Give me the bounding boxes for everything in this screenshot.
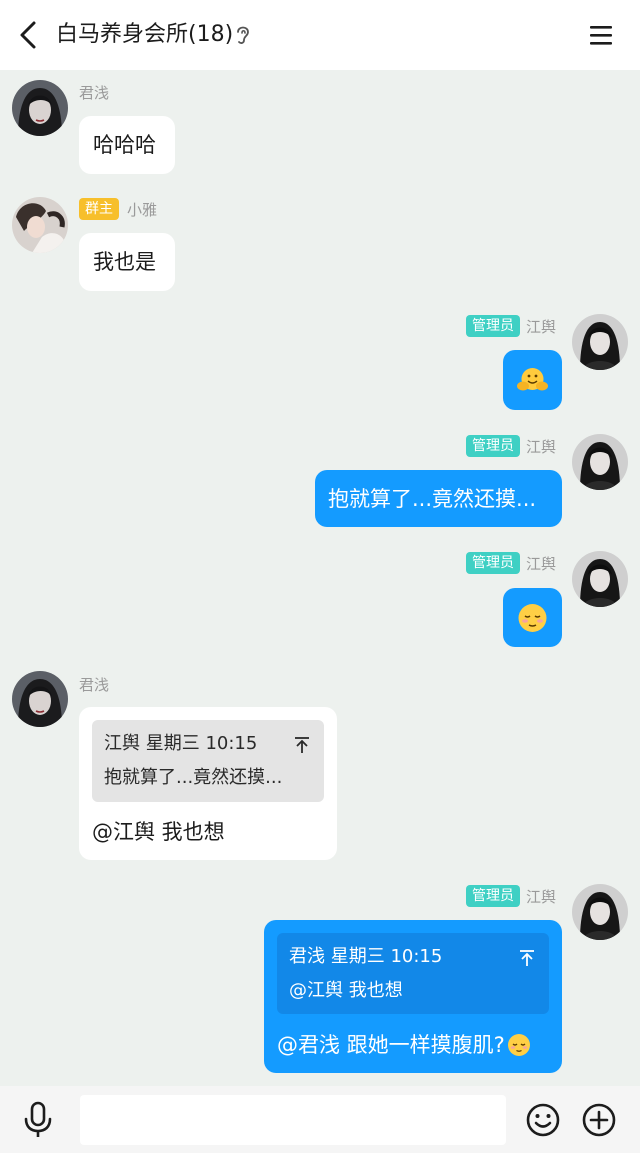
quoted-text: 抱就算了...竟然还摸... xyxy=(104,767,283,788)
admin-badge: 管理员 xyxy=(465,435,520,457)
avatar[interactable] xyxy=(572,314,628,370)
avatar[interactable] xyxy=(12,197,68,253)
plus-icon[interactable] xyxy=(581,1102,617,1138)
menu-icon[interactable] xyxy=(584,19,618,51)
reply-bubble[interactable]: 君浅 星期三 10:15 @江舆 我也想 @君浅 跟她一样摸腹肌? xyxy=(264,920,562,1073)
admin-badge: 管理员 xyxy=(465,552,520,574)
message-text: @江舆 我也想 xyxy=(92,820,225,844)
emoji-icon[interactable] xyxy=(525,1102,561,1138)
sender-name: 江舆 xyxy=(525,554,556,573)
sender-name: 江舆 xyxy=(525,317,556,336)
message-text: 哈哈哈 xyxy=(93,133,156,157)
quoted-meta: 江舆 星期三 10:15 xyxy=(104,733,258,754)
admin-badge: 管理员 xyxy=(465,885,520,907)
sender-name-row: 管理员 江舆 xyxy=(380,885,556,907)
jump-up-icon[interactable] xyxy=(519,949,535,967)
sticker-bubble[interactable] xyxy=(503,588,562,647)
sender-name: 君浅 xyxy=(79,83,110,102)
avatar[interactable] xyxy=(572,551,628,607)
avatar[interactable] xyxy=(572,884,628,940)
sender-name-row: 管理员 江舆 xyxy=(380,552,556,574)
sender-name: 小雅 xyxy=(127,200,158,219)
message-bubble[interactable]: 我也是 xyxy=(79,233,175,291)
hugging-emoji-icon xyxy=(517,368,548,391)
message-text: 抱就算了...竟然还摸... xyxy=(328,487,537,511)
quoted-message[interactable]: 君浅 星期三 10:15 @江舆 我也想 xyxy=(277,933,549,1014)
message-text: @君浅 跟她一样摸腹肌? xyxy=(277,1033,505,1057)
relieved-emoji-icon xyxy=(518,604,547,632)
input-bar xyxy=(0,1086,640,1153)
quoted-message[interactable]: 江舆 星期三 10:15 抱就算了...竟然还摸... xyxy=(92,720,324,802)
sender-name-row: 管理员 江舆 xyxy=(380,435,556,457)
avatar[interactable] xyxy=(572,434,628,490)
message-bubble[interactable]: 哈哈哈 xyxy=(79,116,175,174)
sender-name: 江舆 xyxy=(525,887,556,906)
sender-name-row: 君浅 xyxy=(79,673,109,695)
message-text: 我也是 xyxy=(93,250,156,274)
sender-name-row: 君浅 xyxy=(79,81,109,103)
chat-title[interactable]: 白马养身会所(18) xyxy=(56,20,233,50)
message-bubble[interactable]: 抱就算了...竟然还摸... xyxy=(315,470,562,527)
quoted-text: @江舆 我也想 xyxy=(289,980,403,1001)
microphone-icon[interactable] xyxy=(22,1101,54,1139)
sender-name-row: 管理员 江舆 xyxy=(380,315,556,337)
message-text-row: @君浅 跟她一样摸腹肌? xyxy=(277,1030,532,1060)
admin-badge: 管理员 xyxy=(465,315,520,337)
back-arrow-icon[interactable] xyxy=(12,17,48,53)
ear-icon xyxy=(237,26,249,44)
jump-up-icon[interactable] xyxy=(294,736,310,754)
avatar[interactable] xyxy=(12,80,68,136)
message-input[interactable] xyxy=(80,1095,506,1145)
chat-header: 白马养身会所(18) xyxy=(0,0,640,70)
sticker-bubble[interactable] xyxy=(503,350,562,410)
sender-name-row: 群主 小雅 xyxy=(79,198,157,220)
relieved-emoji-icon xyxy=(507,1034,530,1056)
reply-bubble[interactable]: 江舆 星期三 10:15 抱就算了...竟然还摸... @江舆 我也想 xyxy=(79,707,337,860)
quoted-meta: 君浅 星期三 10:15 xyxy=(289,946,443,967)
sender-name: 江舆 xyxy=(525,437,556,456)
owner-badge: 群主 xyxy=(79,198,119,220)
avatar[interactable] xyxy=(12,671,68,727)
sender-name: 君浅 xyxy=(79,675,110,694)
